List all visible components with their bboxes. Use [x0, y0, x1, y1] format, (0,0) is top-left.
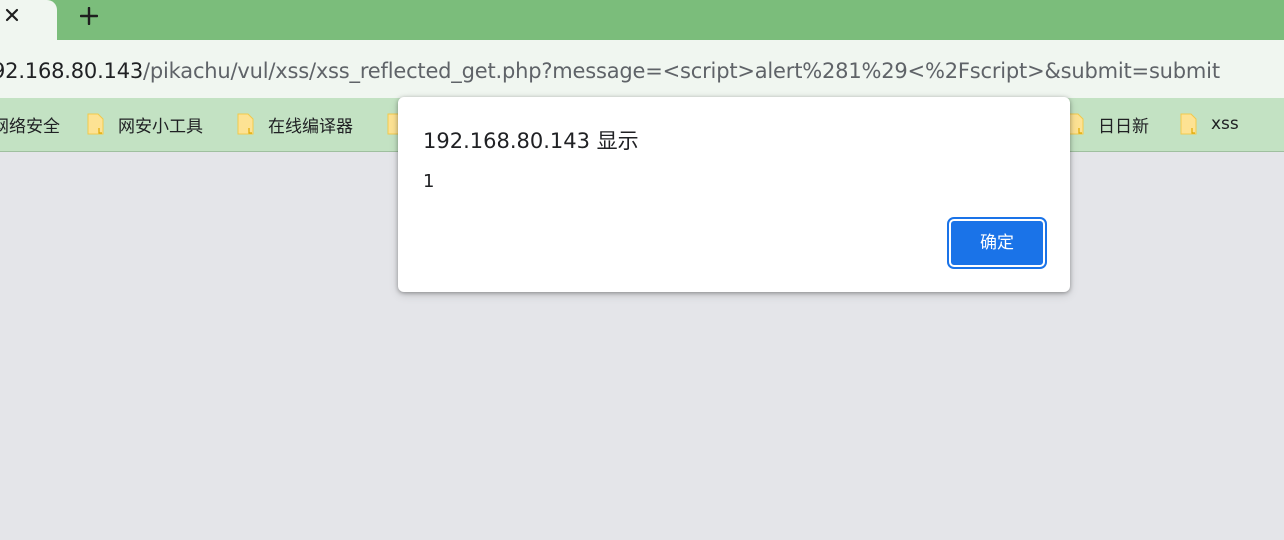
url-host: 92.168.80.143: [0, 59, 144, 83]
bookmark-label: 网络安全: [0, 116, 60, 137]
dialog-message: 1: [423, 171, 435, 192]
close-icon[interactable]: [0, 2, 25, 28]
bookmark-folder[interactable]: xss: [1179, 112, 1239, 136]
ok-button[interactable]: 确定: [947, 217, 1047, 269]
alert-dialog: 192.168.80.143 显示 1 确定: [398, 97, 1070, 292]
new-tab-button[interactable]: [76, 2, 102, 28]
address-bar[interactable]: 92.168.80.143/pikachu/vul/xss/xss_reflec…: [0, 58, 1220, 84]
bookmark-label: 在线编译器: [268, 116, 353, 137]
browser-window: 92.168.80.143/pikachu/vul/xss/xss_reflec…: [0, 0, 1284, 540]
folder-icon: [87, 113, 104, 135]
bookmark-label: 日日新: [1098, 116, 1149, 137]
tab-strip: [0, 0, 1284, 40]
plus-icon: [80, 7, 98, 25]
bookmark-folder[interactable]: 日日新: [1066, 112, 1149, 137]
folder-icon: [237, 113, 254, 135]
bookmark-item[interactable]: 网络安全: [0, 112, 60, 137]
folder-icon: [1180, 113, 1197, 135]
active-tab[interactable]: [0, 0, 57, 40]
url-path: /pikachu/vul/xss/xss_reflected_get.php?m…: [143, 59, 1220, 83]
bookmark-folder[interactable]: 在线编译器: [236, 112, 353, 137]
toolbar: 92.168.80.143/pikachu/vul/xss/xss_reflec…: [0, 40, 1284, 98]
bookmark-folder[interactable]: 网安小工具: [86, 112, 203, 137]
bookmark-label: 网安小工具: [118, 116, 203, 137]
bookmark-label: xss: [1211, 114, 1239, 134]
dialog-title: 192.168.80.143 显示: [423, 129, 639, 153]
